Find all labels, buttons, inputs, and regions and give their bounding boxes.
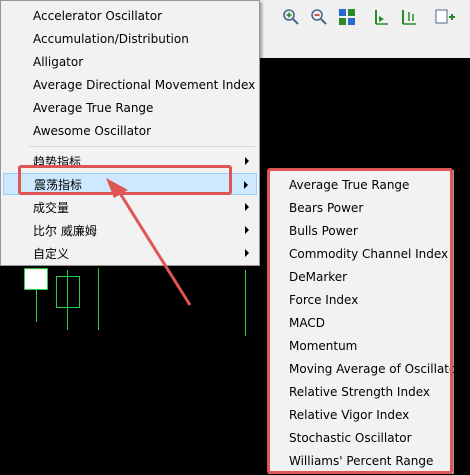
annotation-arrow-icon <box>106 178 192 306</box>
